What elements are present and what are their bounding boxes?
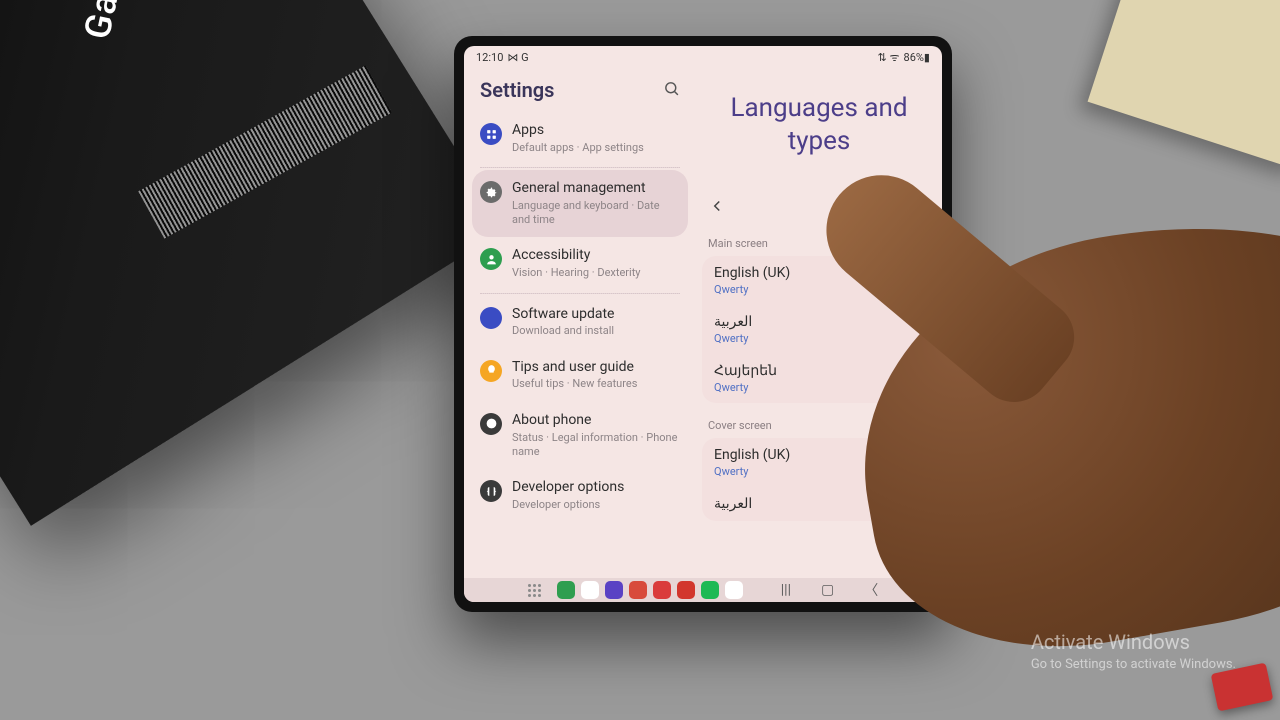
- menu-separator: [480, 293, 680, 294]
- back-icon[interactable]: [708, 197, 726, 219]
- settings-title: Settings: [480, 78, 554, 102]
- grid-icon: [480, 123, 502, 145]
- sidebar-item-title: About phone: [512, 412, 680, 429]
- braces-icon: [480, 480, 502, 502]
- product-box: [0, 0, 506, 526]
- sidebar-item-general-management[interactable]: General management Language and keyboard …: [472, 170, 688, 237]
- sidebar-item-subtitle: Default apps · App settings: [512, 141, 680, 155]
- dock-app-app-red1[interactable]: [629, 581, 647, 599]
- sidebar-item-developer-options[interactable]: Developer options Developer options: [472, 469, 688, 522]
- language-layout: Qwerty: [714, 332, 924, 345]
- sidebar-item-tips-and-user-guide[interactable]: Tips and user guideUseful tips · New fea…: [472, 349, 688, 402]
- sidebar-item-accessibility[interactable]: Accessibility Vision · Hearing · Dexterit…: [472, 237, 688, 290]
- status-battery: 86%▮: [904, 51, 930, 64]
- dock-app-app-red2[interactable]: [653, 581, 671, 599]
- dock-app-phone[interactable]: [557, 581, 575, 599]
- watermark-line2: Go to Settings to activate Windows.: [1031, 656, 1236, 674]
- sidebar-item-title: Tips and user guide: [512, 359, 680, 376]
- status-time: 12:10: [476, 51, 503, 64]
- sidebar-item-subtitle: Developer options: [512, 498, 680, 512]
- gear-icon: [480, 181, 502, 203]
- activate-windows-watermark: Activate Windows Go to Settings to activ…: [1031, 629, 1236, 674]
- sidebar-item-apps[interactable]: Apps Default apps · App settings: [472, 112, 688, 165]
- dock-app-app-red3[interactable]: [677, 581, 695, 599]
- sidebar-item-title: Software update: [512, 306, 680, 323]
- bulb-icon: [480, 360, 502, 382]
- dock-app-browser[interactable]: [605, 581, 623, 599]
- sidebar-item-software-update[interactable]: Software updateDownload and install: [472, 296, 688, 349]
- language-name: العربية: [714, 314, 924, 330]
- menu-separator: [480, 167, 680, 168]
- sidebar-item-title: Accessibility: [512, 247, 680, 264]
- sidebar-item-title: Apps: [512, 122, 680, 139]
- download-icon: [480, 307, 502, 329]
- dock-app-spotify[interactable]: [701, 581, 719, 599]
- status-network-icon: ⇅ ᯤ: [878, 50, 900, 65]
- status-indicators: ⋈ G: [507, 51, 528, 64]
- dock-app-messages[interactable]: [581, 581, 599, 599]
- sidebar-item-subtitle: Vision · Hearing · Dexterity: [512, 266, 680, 280]
- navigation-bar: ||| ▢ 〈: [464, 578, 942, 602]
- person-icon: [480, 248, 502, 270]
- search-icon[interactable]: [663, 80, 680, 101]
- sidebar-item-subtitle: Language and keyboard · Date and time: [512, 199, 680, 228]
- sidebar-item-subtitle: Status · Legal information · Phone name: [512, 431, 680, 460]
- app-drawer-icon[interactable]: [528, 584, 541, 597]
- watermark-line1: Activate Windows: [1031, 629, 1236, 656]
- dock-app-photos[interactable]: [725, 581, 743, 599]
- recents-key[interactable]: |||: [781, 582, 791, 598]
- back-key[interactable]: 〈: [864, 580, 878, 600]
- sidebar-item-subtitle: Useful tips · New features: [512, 377, 680, 391]
- settings-list[interactable]: Settings Apps Default apps · App settings…: [464, 68, 696, 578]
- home-key[interactable]: ▢: [821, 582, 834, 598]
- info-icon: [480, 413, 502, 435]
- sidebar-item-subtitle: Download and install: [512, 324, 680, 338]
- sidebar-item-about-phone[interactable]: About phone Status · Legal information · …: [472, 402, 688, 469]
- sidebar-item-title: General management: [512, 180, 680, 197]
- sidebar-item-title: Developer options: [512, 479, 680, 496]
- wood-block: [1088, 0, 1280, 170]
- status-bar: 12:10 ⋈ G ⇅ ᯤ 86%▮: [464, 46, 942, 68]
- detail-title: Languages and types: [696, 68, 942, 197]
